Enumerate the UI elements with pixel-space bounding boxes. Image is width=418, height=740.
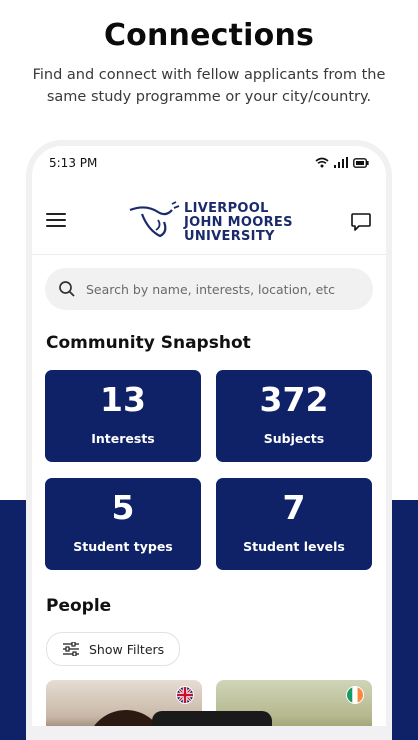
promo-subtitle: Find and connect with fellow applicants … [32,67,386,105]
hamburger-menu-icon[interactable] [46,213,66,229]
stat-label: Student levels [243,539,345,554]
uk-flag-icon [176,686,194,704]
liver-bird-icon [129,201,180,238]
wifi-icon [315,157,329,168]
chat-icon[interactable] [350,211,372,233]
status-bar: 5:13 PM [49,155,369,173]
battery-icon [353,158,369,168]
filter-sliders-icon [63,642,79,656]
stat-label: Interests [91,431,155,446]
signal-icon [334,157,348,168]
show-filters-label: Show Filters [89,641,165,657]
status-icons [315,157,369,168]
stat-value: 7 [282,488,306,527]
stat-label: Subjects [263,431,325,446]
stat-value: 372 [259,380,329,419]
stat-card-student-levels[interactable]: 7 Student levels [216,478,372,570]
stat-label: Student types [73,539,173,554]
search-icon [59,281,75,297]
stat-value: 5 [111,488,135,527]
people-title: People [46,596,112,616]
stat-card-interests[interactable]: 13 Interests [45,370,201,462]
bottom-overlay [152,711,272,726]
university-logo: LIVERPOOL JOHN MOORES UNIVERSITY [128,200,298,244]
search-input[interactable] [84,280,358,298]
status-time: 5:13 PM [49,156,98,170]
search-bar[interactable] [45,268,373,310]
app-header: LIVERPOOL JOHN MOORES UNIVERSITY [32,186,386,255]
show-filters-button[interactable]: Show Filters [46,632,180,666]
app-screen: 5:13 PM LIVERPOOL JOHN MOORES UNIVERSITY… [32,146,386,726]
stat-card-student-types[interactable]: 5 Student types [45,478,201,570]
stat-card-subjects[interactable]: 372 Subjects [216,370,372,462]
community-snapshot-title: Community Snapshot [46,333,251,353]
ireland-flag-icon [346,686,364,704]
logo-wordmark: LIVERPOOL JOHN MOORES UNIVERSITY [184,201,293,244]
promo-title: Connections [103,18,315,53]
stat-value: 13 [100,380,146,419]
